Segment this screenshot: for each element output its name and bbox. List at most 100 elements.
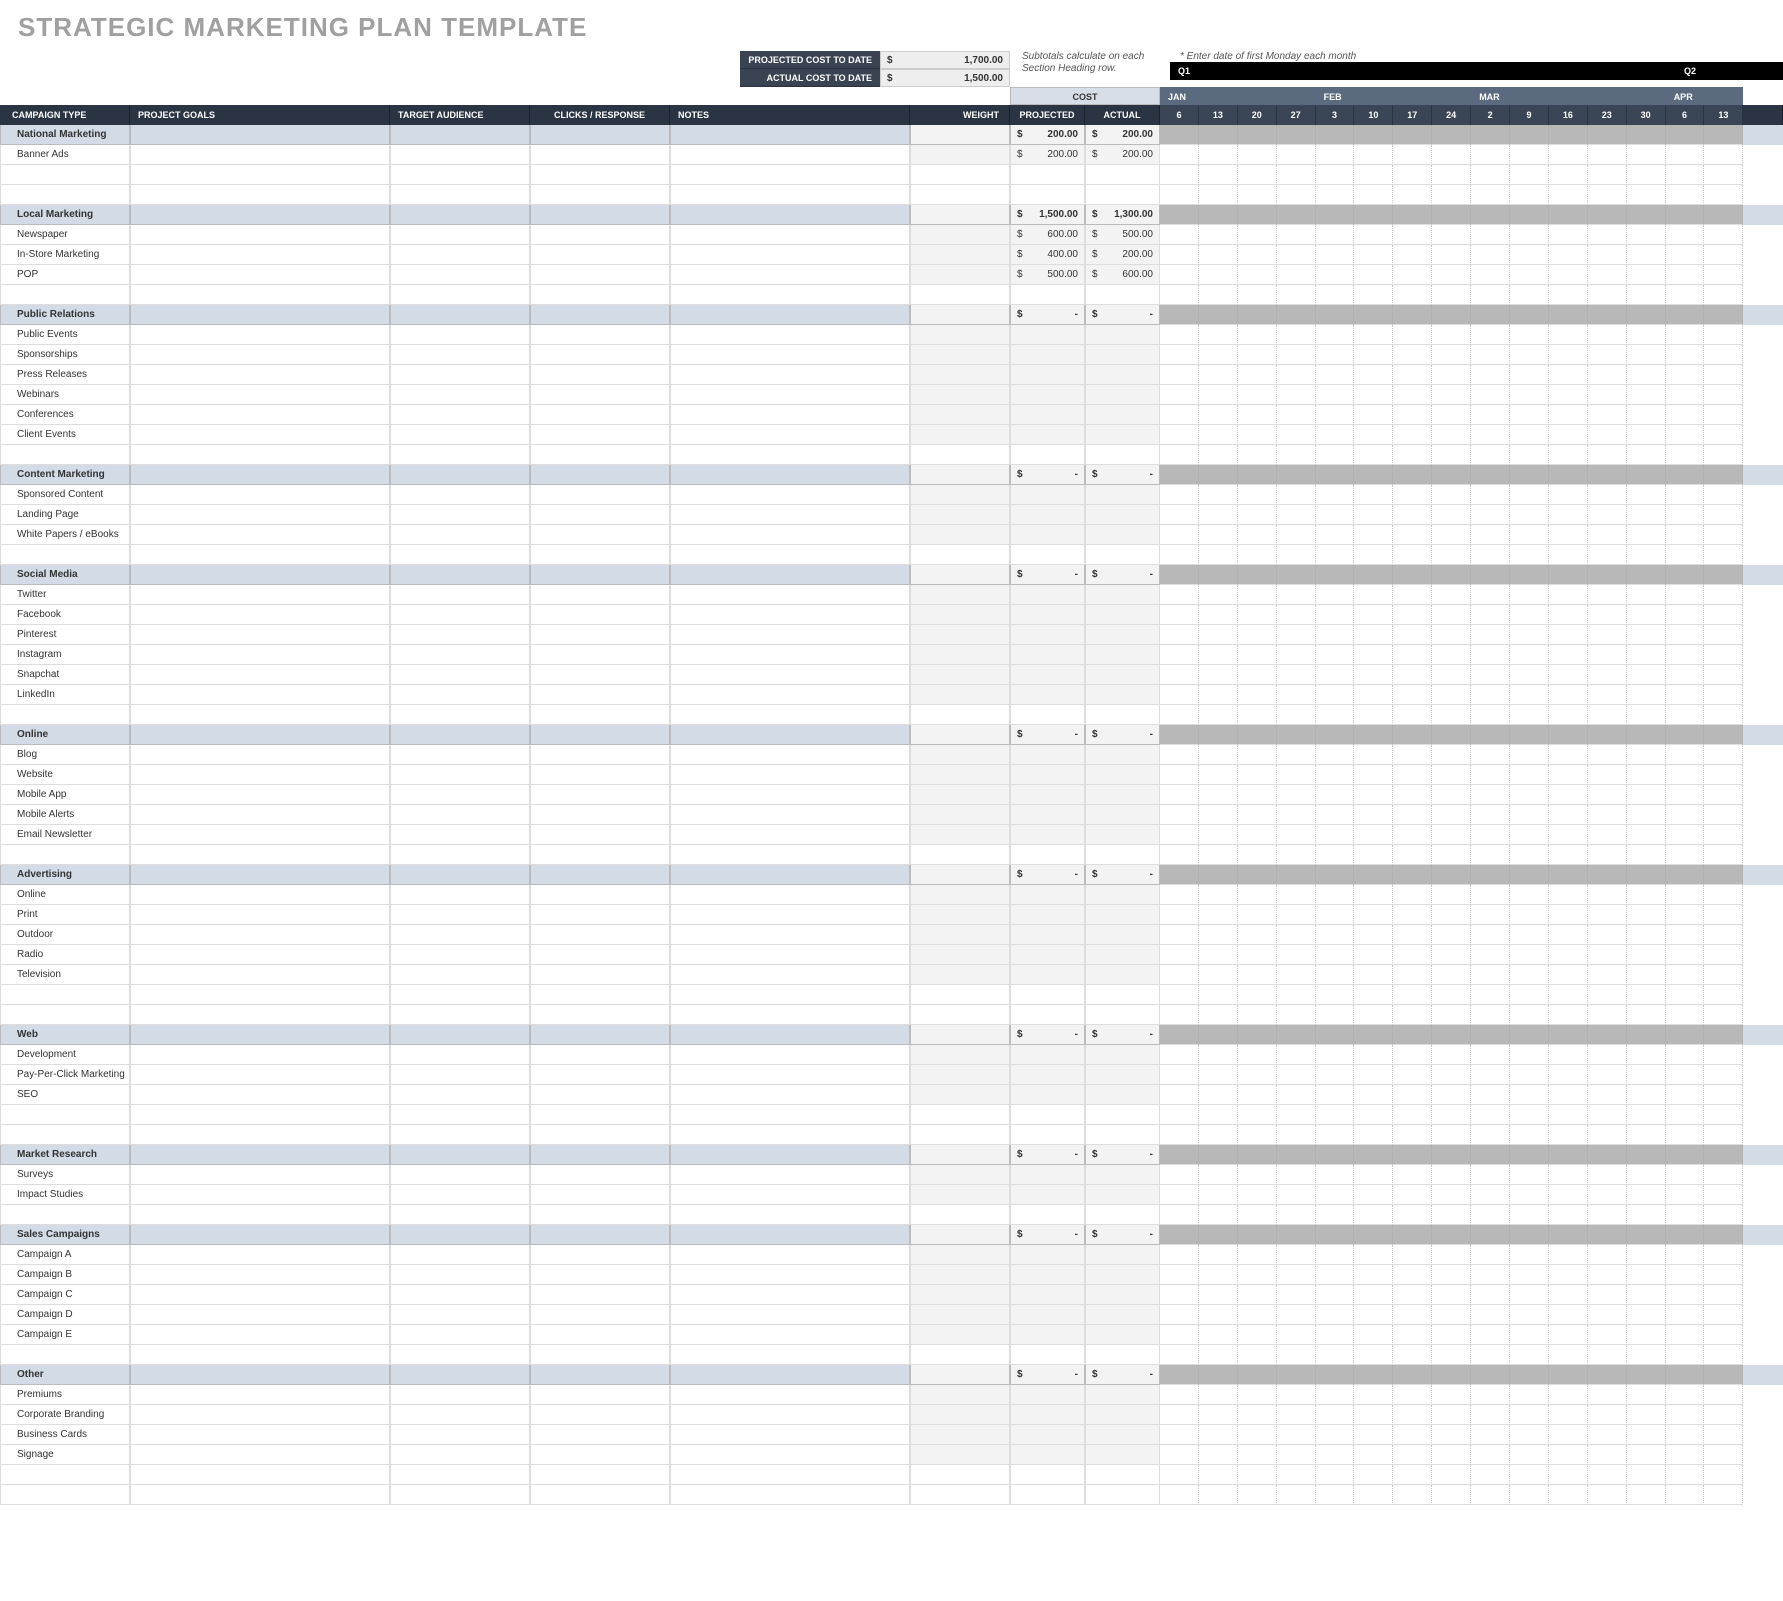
- cell-clicks[interactable]: [530, 845, 670, 865]
- gantt-cell[interactable]: [1354, 865, 1393, 885]
- gantt-cell[interactable]: [1704, 1385, 1743, 1405]
- gantt-cell[interactable]: [1393, 1105, 1432, 1125]
- gantt-cell[interactable]: [1627, 885, 1666, 905]
- gantt-cell[interactable]: [1704, 425, 1743, 445]
- cell-audience[interactable]: [390, 1485, 530, 1505]
- gantt-cell[interactable]: [1238, 325, 1277, 345]
- cell-clicks[interactable]: [530, 505, 670, 525]
- gantt-cell[interactable]: [1160, 1085, 1199, 1105]
- gantt-cell[interactable]: [1549, 185, 1588, 205]
- campaign-name[interactable]: Campaign D: [0, 1305, 130, 1325]
- cell-actual[interactable]: [1085, 545, 1160, 565]
- cell-notes[interactable]: [670, 925, 910, 945]
- gantt-cell[interactable]: [1588, 585, 1627, 605]
- cell-clicks[interactable]: [530, 685, 670, 705]
- cell-goals[interactable]: [130, 1085, 390, 1105]
- cell-clicks[interactable]: [530, 745, 670, 765]
- gantt-cell[interactable]: [1393, 1325, 1432, 1345]
- gantt-cell[interactable]: [1238, 965, 1277, 985]
- cell-goals[interactable]: [130, 1405, 390, 1425]
- gantt-cell[interactable]: [1160, 345, 1199, 365]
- gantt-cell[interactable]: [1432, 565, 1471, 585]
- cell-audience[interactable]: [390, 325, 530, 345]
- campaign-name[interactable]: [0, 165, 130, 185]
- gantt-cell[interactable]: [1704, 1365, 1743, 1385]
- gantt-cell[interactable]: [1199, 1465, 1238, 1485]
- gantt-cell[interactable]: [1393, 1085, 1432, 1105]
- gantt-cell[interactable]: [1510, 245, 1549, 265]
- gantt-cell[interactable]: [1160, 1305, 1199, 1325]
- gantt-cell[interactable]: [1199, 145, 1238, 165]
- cell-weight[interactable]: [910, 1385, 1010, 1405]
- gantt-cell[interactable]: [1432, 1265, 1471, 1285]
- gantt-cell[interactable]: [1666, 125, 1705, 145]
- gantt-cell[interactable]: [1471, 825, 1510, 845]
- cell-weight[interactable]: [910, 745, 1010, 765]
- gantt-cell[interactable]: [1316, 1365, 1355, 1385]
- gantt-cell[interactable]: [1549, 605, 1588, 625]
- gantt-cell[interactable]: [1510, 825, 1549, 845]
- campaign-name[interactable]: [0, 1465, 130, 1485]
- gantt-cell[interactable]: [1432, 1465, 1471, 1485]
- campaign-name[interactable]: Newspaper: [0, 225, 130, 245]
- gantt-cell[interactable]: [1588, 1245, 1627, 1265]
- gantt-cell[interactable]: [1666, 665, 1705, 685]
- gantt-cell[interactable]: [1160, 865, 1199, 885]
- gantt-cell[interactable]: [1277, 1485, 1316, 1505]
- cell-clicks[interactable]: [530, 625, 670, 645]
- gantt-cell[interactable]: [1510, 1245, 1549, 1265]
- cell-notes[interactable]: [670, 1085, 910, 1105]
- gantt-cell[interactable]: [1471, 565, 1510, 585]
- gantt-cell[interactable]: [1354, 1205, 1393, 1225]
- gantt-cell[interactable]: [1666, 1365, 1705, 1385]
- gantt-cell[interactable]: [1510, 1045, 1549, 1065]
- gantt-cell[interactable]: [1432, 825, 1471, 845]
- gantt-cell[interactable]: [1510, 345, 1549, 365]
- gantt-cell[interactable]: [1316, 1405, 1355, 1425]
- gantt-cell[interactable]: [1238, 845, 1277, 865]
- gantt-cell[interactable]: [1627, 205, 1666, 225]
- gantt-cell[interactable]: [1199, 1425, 1238, 1445]
- cell-projected[interactable]: [1010, 165, 1085, 185]
- campaign-name[interactable]: [0, 1345, 130, 1365]
- gantt-cell[interactable]: [1704, 245, 1743, 265]
- cell-goals[interactable]: [130, 445, 390, 465]
- gantt-cell[interactable]: [1393, 505, 1432, 525]
- gantt-cell[interactable]: [1510, 805, 1549, 825]
- gantt-cell[interactable]: [1160, 1205, 1199, 1225]
- cell-actual[interactable]: [1085, 525, 1160, 545]
- campaign-name[interactable]: Signage: [0, 1445, 130, 1465]
- gantt-cell[interactable]: [1627, 1025, 1666, 1045]
- campaign-name[interactable]: SEO: [0, 1085, 130, 1105]
- gantt-cell[interactable]: [1666, 405, 1705, 425]
- gantt-cell[interactable]: [1277, 1345, 1316, 1365]
- cell-notes[interactable]: [670, 345, 910, 365]
- cell-notes[interactable]: [670, 885, 910, 905]
- cell-actual[interactable]: [1085, 1485, 1160, 1505]
- gantt-cell[interactable]: [1238, 945, 1277, 965]
- cell-actual[interactable]: [1085, 1445, 1160, 1465]
- cell-weight[interactable]: [910, 805, 1010, 825]
- gantt-cell[interactable]: [1238, 1325, 1277, 1345]
- cell-actual[interactable]: [1085, 1345, 1160, 1365]
- gantt-cell[interactable]: [1510, 1205, 1549, 1225]
- gantt-cell[interactable]: [1549, 1265, 1588, 1285]
- gantt-cell[interactable]: [1432, 925, 1471, 945]
- gantt-cell[interactable]: [1704, 145, 1743, 165]
- gantt-cell[interactable]: [1160, 825, 1199, 845]
- gantt-cell[interactable]: [1627, 425, 1666, 445]
- cell-audience[interactable]: [390, 785, 530, 805]
- gantt-cell[interactable]: [1588, 1205, 1627, 1225]
- gantt-cell[interactable]: [1471, 905, 1510, 925]
- gantt-cell[interactable]: [1588, 245, 1627, 265]
- gantt-cell[interactable]: [1316, 1385, 1355, 1405]
- gantt-cell[interactable]: [1238, 165, 1277, 185]
- gantt-cell[interactable]: [1354, 225, 1393, 245]
- gantt-cell[interactable]: [1199, 165, 1238, 185]
- gantt-cell[interactable]: [1471, 1425, 1510, 1445]
- cell-weight[interactable]: [910, 1345, 1010, 1365]
- gantt-cell[interactable]: [1549, 1085, 1588, 1105]
- gantt-cell[interactable]: [1704, 1205, 1743, 1225]
- cell-projected[interactable]: [1010, 1105, 1085, 1125]
- gantt-cell[interactable]: [1627, 365, 1666, 385]
